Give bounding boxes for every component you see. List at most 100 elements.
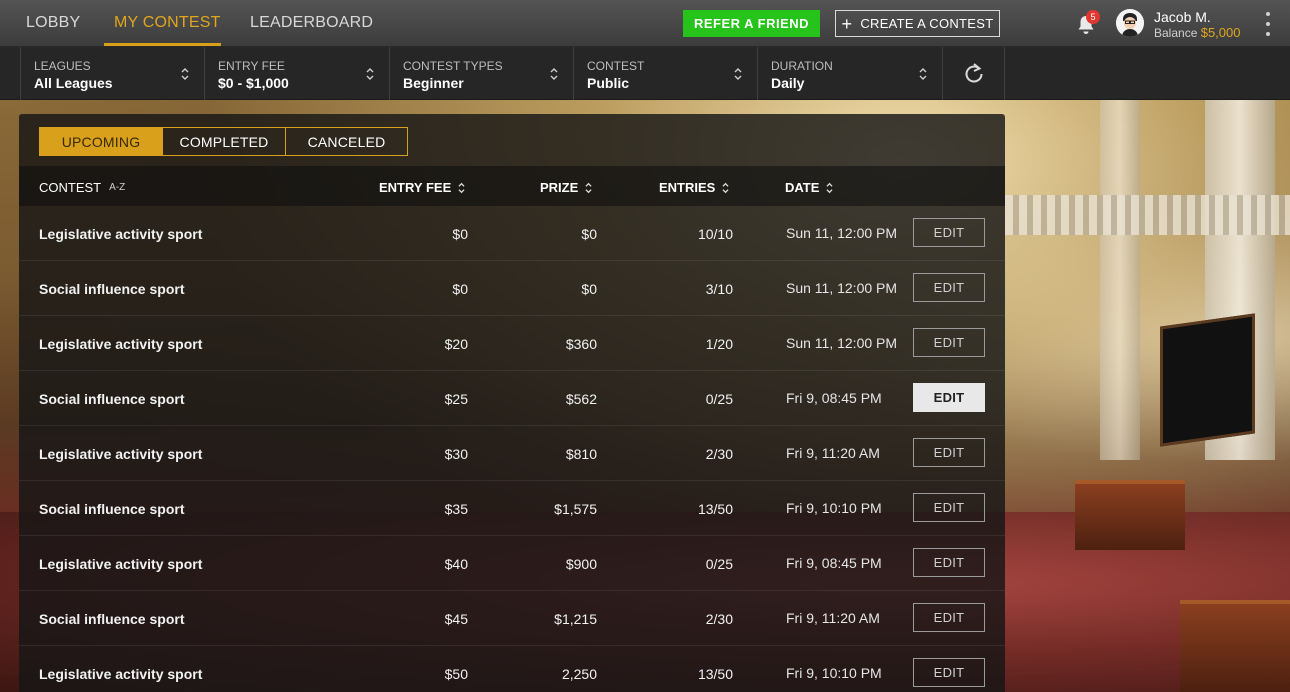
create-contest-label: CREATE A CONTEST xyxy=(860,16,994,31)
segment-completed[interactable]: COMPLETED xyxy=(162,128,285,155)
entry-fee: $0 xyxy=(452,226,468,242)
tab-my-contest[interactable]: MY CONTEST xyxy=(114,14,221,32)
contest-panel: UPCOMING COMPLETED CANCELED CONTEST A-Z … xyxy=(19,114,1005,692)
notification-badge: 5 xyxy=(1086,10,1100,24)
date: Fri 9, 08:45 PM xyxy=(786,555,882,571)
filter-contest-types[interactable]: CONTEST TYPES Beginner xyxy=(390,47,574,100)
table-row: Legislative activity sport $30 $810 2/30… xyxy=(19,426,1005,481)
table-row: Social influence sport $45 $1,215 2/30 F… xyxy=(19,591,1005,646)
edit-button[interactable]: EDIT xyxy=(913,273,985,302)
header-entries-label: ENTRIES xyxy=(659,180,716,195)
filter-value: Public xyxy=(587,75,630,91)
filter-leagues[interactable]: LEAGUES All Leagues xyxy=(20,47,205,100)
header-prize-label: PRIZE xyxy=(540,180,579,195)
prize: $360 xyxy=(565,336,597,352)
table-row: Legislative activity sport $0 $0 10/10 S… xyxy=(19,206,1005,261)
sort-chevrons-icon xyxy=(181,68,189,80)
filter-contest[interactable]: CONTEST Public xyxy=(574,47,758,100)
filter-value: Daily xyxy=(771,75,805,91)
contest-table-body: Legislative activity sport $0 $0 10/10 S… xyxy=(19,206,1005,692)
header-contest-label: CONTEST xyxy=(39,180,102,195)
filter-value: $0 - $1,000 xyxy=(218,75,289,91)
filter-label: DURATION xyxy=(771,59,833,73)
entries: 13/50 xyxy=(697,501,733,517)
balance-label: Balance xyxy=(1154,26,1198,40)
entries: 10/10 xyxy=(697,226,733,242)
entry-fee: $45 xyxy=(444,611,468,627)
filter-duration[interactable]: DURATION Daily xyxy=(758,47,943,100)
edit-button[interactable]: EDIT xyxy=(913,548,985,577)
entry-fee: $20 xyxy=(444,336,468,352)
entry-fee: $35 xyxy=(444,501,468,517)
balance-value: $5,000 xyxy=(1200,25,1241,40)
entries: 2/30 xyxy=(705,446,733,462)
edit-button[interactable]: EDIT xyxy=(913,658,985,687)
table-row: Social influence sport $35 $1,575 13/50 … xyxy=(19,481,1005,536)
contest-name[interactable]: Legislative activity sport xyxy=(39,556,202,572)
header-entry-fee[interactable]: ENTRY FEE xyxy=(379,180,466,195)
date: Sun 11, 12:00 PM xyxy=(786,280,898,296)
contest-name[interactable]: Legislative activity sport xyxy=(39,666,202,682)
sort-chevrons-icon xyxy=(826,182,833,193)
more-menu-icon[interactable] xyxy=(1264,12,1272,36)
entries: 0/25 xyxy=(705,556,733,572)
header-entries[interactable]: ENTRIES xyxy=(659,180,730,195)
entry-fee: $40 xyxy=(444,556,468,572)
balance: Balance $5,000 xyxy=(1154,25,1240,40)
tab-lobby[interactable]: LOBBY xyxy=(26,14,80,32)
tab-leaderboard[interactable]: LEADERBOARD xyxy=(250,14,373,32)
header-prize[interactable]: PRIZE xyxy=(540,180,593,195)
filter-label: LEAGUES xyxy=(34,59,91,73)
contest-name[interactable]: Social influence sport xyxy=(39,501,184,517)
filter-bar: LEAGUES All Leagues ENTRY FEE $0 - $1,00… xyxy=(0,47,1290,100)
sort-chevrons-icon xyxy=(585,182,592,193)
segment-upcoming[interactable]: UPCOMING xyxy=(40,128,162,155)
header-entry-fee-label: ENTRY FEE xyxy=(379,180,452,195)
background-desk xyxy=(1180,600,1290,692)
edit-button[interactable]: EDIT xyxy=(913,383,985,412)
prize: $1,215 xyxy=(554,611,597,627)
entry-fee: $30 xyxy=(444,446,468,462)
prize: $0 xyxy=(581,226,597,242)
contest-name[interactable]: Legislative activity sport xyxy=(39,336,202,352)
entry-fee: $25 xyxy=(444,391,468,407)
segment-canceled[interactable]: CANCELED xyxy=(285,128,407,155)
refresh-button[interactable] xyxy=(943,47,1005,100)
header-date[interactable]: DATE xyxy=(785,180,834,195)
refer-a-friend-button[interactable]: REFER A FRIEND xyxy=(683,10,820,37)
edit-button[interactable]: EDIT xyxy=(913,218,985,247)
edit-button[interactable]: EDIT xyxy=(913,438,985,467)
contest-name[interactable]: Legislative activity sport xyxy=(39,446,202,462)
prize: $562 xyxy=(565,391,597,407)
entries: 3/10 xyxy=(705,281,733,297)
entries: 13/50 xyxy=(697,666,733,682)
avatar[interactable] xyxy=(1116,9,1144,37)
contest-name[interactable]: Social influence sport xyxy=(39,391,184,407)
edit-button[interactable]: EDIT xyxy=(913,328,985,357)
table-row: Legislative activity sport $40 $900 0/25… xyxy=(19,536,1005,591)
create-contest-button[interactable]: + CREATE A CONTEST xyxy=(835,10,1000,37)
status-segmented-control: UPCOMING COMPLETED CANCELED xyxy=(39,127,408,156)
contest-name[interactable]: Legislative activity sport xyxy=(39,226,202,242)
entries: 0/25 xyxy=(705,391,733,407)
entry-fee: $0 xyxy=(452,281,468,297)
edit-button[interactable]: EDIT xyxy=(913,493,985,522)
table-header: CONTEST A-Z ENTRY FEE PRIZE ENTRIES DATE xyxy=(19,166,1005,206)
header-date-label: DATE xyxy=(785,180,820,195)
filter-entry-fee[interactable]: ENTRY FEE $0 - $1,000 xyxy=(205,47,390,100)
background-desk xyxy=(1075,480,1185,550)
date: Sun 11, 12:00 PM xyxy=(786,335,898,351)
prize: $1,575 xyxy=(554,501,597,517)
filter-label: CONTEST TYPES xyxy=(403,59,503,73)
active-tab-indicator xyxy=(104,43,221,46)
sort-chevrons-icon xyxy=(722,182,729,193)
contest-name[interactable]: Social influence sport xyxy=(39,611,184,627)
table-row: Legislative activity sport $20 $360 1/20… xyxy=(19,316,1005,371)
header-contest-sort: A-Z xyxy=(109,182,126,193)
date: Fri 9, 08:45 PM xyxy=(786,390,882,406)
contest-name[interactable]: Social influence sport xyxy=(39,281,184,297)
user-name: Jacob M. xyxy=(1154,9,1211,25)
background-board xyxy=(1160,313,1255,447)
edit-button[interactable]: EDIT xyxy=(913,603,985,632)
header-contest[interactable]: CONTEST A-Z xyxy=(39,180,125,195)
